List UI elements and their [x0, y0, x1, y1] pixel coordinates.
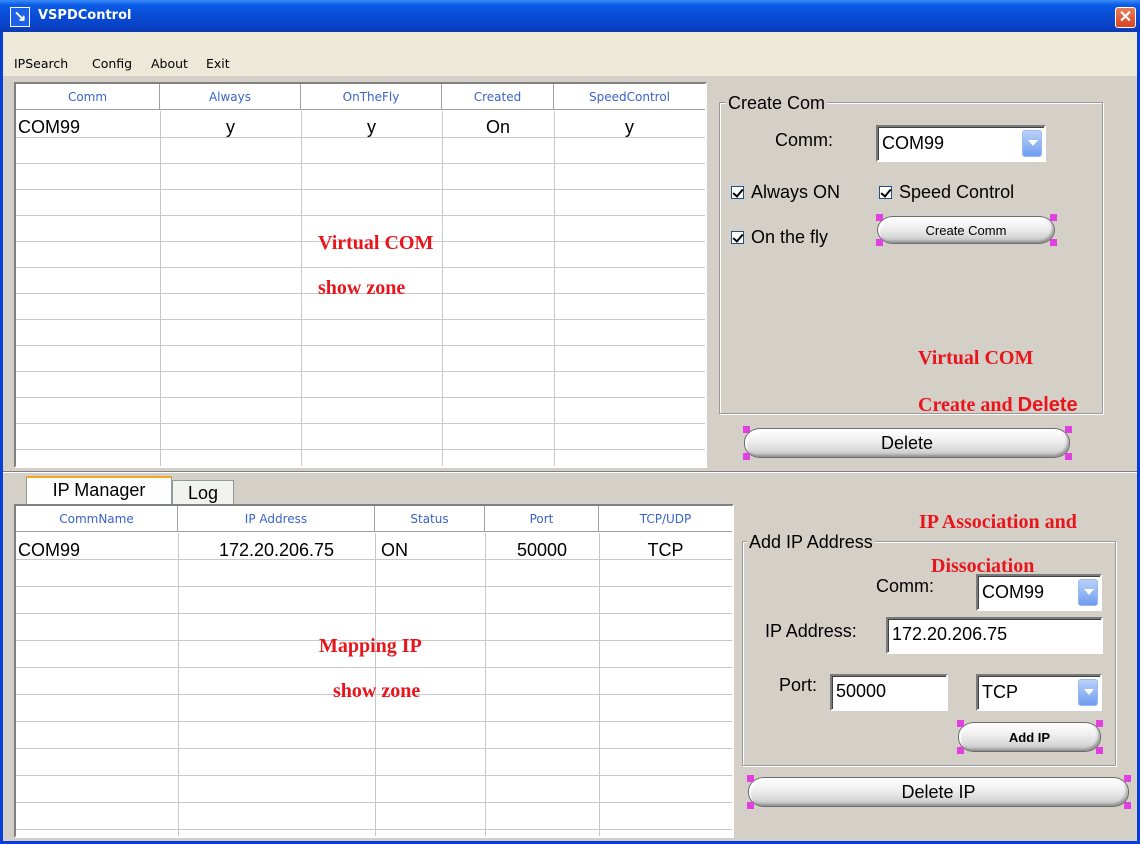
port-value: 50000: [836, 681, 887, 701]
add-ip-title: Add IP Address: [747, 532, 875, 553]
col-header-comm[interactable]: Comm: [16, 84, 160, 110]
cell-status: ON: [381, 540, 408, 560]
corner-marker: [1065, 453, 1072, 460]
cell-commname: COM99: [18, 540, 81, 560]
on-the-fly-label: On the fly: [751, 227, 829, 247]
protocol-value: TCP: [982, 682, 1018, 702]
menu-ipsearch[interactable]: IPSearch: [14, 56, 68, 71]
menu-config[interactable]: Config: [92, 56, 132, 71]
delete-ip-button[interactable]: Delete IP: [748, 777, 1129, 807]
col-header-commname[interactable]: CommName: [16, 506, 178, 532]
cell-port: 50000: [516, 540, 568, 560]
corner-marker: [743, 426, 750, 433]
corner-marker: [957, 720, 964, 727]
col-header-onthefly[interactable]: OnTheFly: [301, 84, 442, 110]
col-header-always[interactable]: Always: [160, 84, 301, 110]
comm-select-value: COM99: [882, 133, 945, 153]
checkbox-checked-icon[interactable]: [731, 231, 744, 244]
cell-speedcontrol: y: [625, 117, 634, 137]
corner-marker: [1096, 720, 1103, 727]
chevron-down-icon[interactable]: [1078, 579, 1098, 606]
corner-marker: [1050, 214, 1057, 221]
port-field[interactable]: 50000: [830, 674, 948, 711]
cell-always: y: [226, 117, 235, 137]
com-zone-annotation-2: show zone: [318, 277, 406, 299]
chevron-down-icon[interactable]: [1022, 130, 1042, 157]
corner-marker: [747, 802, 754, 809]
port-label: Port:: [779, 675, 818, 695]
create-annotation-2b: Delete: [1017, 394, 1078, 416]
col-header-tcp-udp[interactable]: TCP/UDP: [599, 506, 732, 532]
corner-marker: [876, 214, 883, 221]
cell-onthefly: y: [367, 117, 376, 137]
comm-select[interactable]: COM99: [876, 125, 1046, 162]
speed-control-label: Speed Control: [899, 182, 1015, 202]
create-annotation-2: Create and Delete: [918, 394, 1078, 417]
tab-ip-manager[interactable]: IP Manager: [26, 476, 172, 504]
corner-marker: [1065, 426, 1072, 433]
chevron-down-icon[interactable]: [1078, 679, 1098, 706]
comm-label: Comm:: [775, 130, 833, 150]
corner-marker: [1096, 747, 1103, 754]
create-com-title: Create Com: [726, 93, 828, 114]
ip-zone-annotation-1: Mapping IP: [319, 635, 422, 657]
add-ip-button[interactable]: Add IP: [958, 722, 1101, 752]
app-icon: ↘: [10, 7, 30, 27]
col-header-port[interactable]: Port: [485, 506, 599, 532]
col-header-ip-address[interactable]: IP Address: [178, 506, 375, 532]
corner-marker: [747, 775, 754, 782]
ip-assoc-annotation-1: IP Association and: [919, 511, 1077, 533]
create-comm-button[interactable]: Create Comm: [877, 216, 1055, 244]
virtual-com-grid[interactable]: Comm Always OnTheFly Created SpeedContro…: [14, 82, 707, 468]
cell-created: On: [485, 117, 510, 137]
ip-address-label: IP Address:: [765, 621, 857, 641]
corner-marker: [1124, 775, 1131, 782]
ip-address-value: 172.20.206.75: [892, 624, 1008, 644]
menu-about[interactable]: About: [151, 56, 188, 71]
col-header-status[interactable]: Status: [375, 506, 485, 532]
checkbox-checked-icon[interactable]: [879, 186, 892, 199]
corner-marker: [743, 453, 750, 460]
com-zone-annotation-1: Virtual COM: [318, 232, 434, 254]
corner-marker: [876, 239, 883, 246]
ip-zone-annotation-2: show zone: [333, 680, 421, 702]
ip-grid-header: CommName IP Address Status Port TCP/UDP: [16, 506, 732, 532]
com-grid-header: Comm Always OnTheFly Created SpeedContro…: [16, 84, 705, 110]
corner-marker: [957, 747, 964, 754]
delete-button[interactable]: Delete: [744, 428, 1070, 458]
ip-mapping-grid[interactable]: CommName IP Address Status Port TCP/UDP …: [14, 504, 734, 838]
protocol-select[interactable]: TCP: [976, 674, 1102, 711]
ip-address-field[interactable]: 172.20.206.75: [886, 617, 1103, 654]
menu-exit[interactable]: Exit: [206, 56, 230, 71]
tab-log[interactable]: Log: [172, 480, 234, 506]
corner-marker: [1050, 239, 1057, 246]
add-ip-comm-value: COM99: [982, 582, 1045, 602]
col-header-speedcontrol[interactable]: SpeedControl: [554, 84, 705, 110]
add-ip-comm-label: Comm:: [876, 576, 934, 596]
always-on-label: Always ON: [751, 182, 841, 202]
splitter[interactable]: [3, 471, 1137, 473]
col-header-created[interactable]: Created: [442, 84, 554, 110]
add-ip-comm-select[interactable]: COM99: [976, 574, 1102, 611]
create-annotation-1: Virtual COM: [918, 347, 1034, 369]
cell-comm: COM99: [18, 117, 81, 137]
cell-tcp-udp: TCP: [647, 540, 684, 560]
cell-ip-address: 172.20.206.75: [218, 540, 335, 560]
title-bar[interactable]: ↘ VSPDControl ✕: [0, 0, 1140, 32]
window-title: VSPDControl: [38, 8, 132, 23]
create-annotation-2a: Create and: [918, 394, 1013, 416]
checkbox-checked-icon[interactable]: [731, 186, 744, 199]
corner-marker: [1124, 802, 1131, 809]
vspd-control-window: ↘ VSPDControl ✕ IPSearch Config About Ex…: [0, 0, 1140, 844]
tab-bar: IP Manager Log: [14, 476, 254, 506]
close-icon[interactable]: ✕: [1115, 7, 1136, 28]
